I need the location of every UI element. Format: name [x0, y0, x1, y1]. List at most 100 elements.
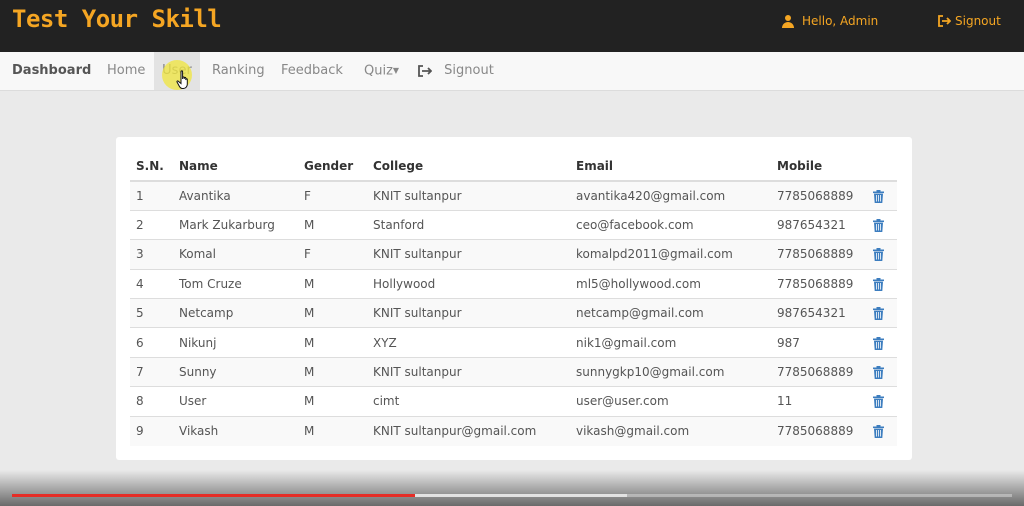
cell-gender: M [304, 394, 315, 409]
cell-college: Stanford [373, 218, 425, 233]
cell-sn: 9 [136, 424, 144, 439]
cell-sn: 7 [136, 365, 144, 380]
cell-gender: F [304, 247, 311, 262]
cell-mobile: 987654321 [777, 306, 846, 321]
cell-mobile: 987 [777, 335, 800, 350]
header-signout-link[interactable]: Signout [938, 14, 1001, 28]
cell-mobile: 7785068889 [777, 276, 854, 291]
cell-email: ceo@facebook.com [576, 218, 694, 233]
cell-sn: 2 [136, 218, 144, 233]
cell-mobile: 7785068889 [777, 424, 854, 439]
cell-action [867, 416, 897, 445]
cell-mobile: 7785068889 [777, 247, 854, 262]
table-row: 9 Vikash M KNIT sultanpur@gmail.com vikash@g… [130, 416, 897, 446]
cell-action [867, 240, 897, 269]
users-panel: S.N. Name Gender College Email Mobile 1 A… [116, 137, 912, 460]
trash-icon[interactable] [873, 336, 884, 350]
app-title: Test Your Skill [12, 5, 222, 33]
nav-quiz-label: Quiz [364, 63, 393, 79]
trash-icon[interactable] [873, 366, 884, 380]
table-row: 8 User Mcimt user@user.com 11 [130, 386, 897, 416]
table-row: 5 Netcamp M KNIT sultanpur netcamp@gmail.com… [130, 298, 897, 328]
users-table: S.N. Name Gender College Email Mobile 1 A… [130, 151, 897, 446]
cell-college: KNIT sultanpur [373, 188, 462, 203]
table-row: 3 Komal F KNIT sultanpur komalpd2011@gmail.c… [130, 239, 897, 270]
main-nav: Dashboard Home User Ranking Feedback Qui… [0, 52, 1024, 91]
signout-icon [938, 15, 951, 27]
cell-college: KNIT sultanpur [373, 247, 462, 262]
table-row: 6 Nikunj M XYZ nik1@gmail.com 987 [130, 327, 897, 357]
cell-name: Nikunj [179, 335, 217, 350]
trash-icon[interactable] [873, 425, 884, 439]
cell-gender: M [304, 306, 315, 321]
header-signout-label: Signout [955, 14, 1001, 28]
cell-sn: 1 [136, 188, 144, 203]
trash-icon[interactable] [873, 395, 884, 409]
cell-sn: 8 [136, 394, 144, 409]
greeting: Hello, Admin [782, 14, 878, 28]
cell-college: KNIT sultanpur [373, 365, 462, 380]
cell-gender: F [304, 188, 311, 203]
cell-email: komalpd2011@gmail.com [576, 247, 733, 262]
cell-name: Netcamp [179, 306, 234, 321]
caret-down-icon: ▼ [392, 66, 400, 75]
cell-email: nik1@gmail.com [576, 335, 677, 350]
cell-name: Sunny [179, 365, 217, 380]
cell-gender: M [304, 365, 315, 380]
nav-brand-dashboard[interactable]: Dashboard [12, 52, 91, 90]
cell-action [867, 299, 897, 328]
nav-item-feedback[interactable]: Feedback [281, 52, 343, 90]
cell-sn: 6 [136, 335, 144, 350]
trash-icon[interactable] [873, 277, 884, 291]
video-progress-bar[interactable] [12, 494, 1012, 497]
signout-icon [418, 64, 432, 77]
cell-name: Mark Zukarburg [179, 218, 275, 233]
cell-action [867, 387, 897, 416]
cell-action [867, 210, 897, 239]
table-row: 2 Mark Zukarburg M Stanford ceo@facebook.com… [130, 210, 897, 239]
table-row: 4 Tom Cruze M Hollywood ml5@hollywood.com 778… [130, 269, 897, 298]
cell-email: vikash@gmail.com [576, 424, 690, 439]
video-controls [0, 470, 1024, 506]
hand-cursor-icon [176, 70, 188, 89]
video-played [12, 494, 415, 497]
cell-name: Avantika [179, 188, 231, 203]
nav-item-quiz-dropdown[interactable]: Quiz▼ [364, 52, 399, 90]
nav-item-home[interactable]: Home [107, 52, 145, 90]
cell-gender: M [304, 335, 315, 350]
cell-email: avantika420@gmail.com [576, 188, 726, 203]
cell-action [867, 269, 897, 298]
trash-icon[interactable] [873, 219, 884, 233]
cell-email: sunnygkp10@gmail.com [576, 365, 725, 380]
cell-action [867, 181, 897, 210]
cell-gender: M [304, 218, 315, 233]
cell-email: netcamp@gmail.com [576, 306, 704, 321]
nav-item-ranking[interactable]: Ranking [212, 52, 265, 90]
top-header: Test Your Skill Hello, Admin Signout [0, 0, 1024, 52]
col-header-name: Name [173, 151, 298, 182]
nav-item-signout[interactable]: Signout [418, 52, 494, 90]
cell-sn: 4 [136, 276, 144, 291]
table-row: 7 Sunny M KNIT sultanpur sunnygkp10@gmail.co… [130, 357, 897, 387]
nav-signout-label: Signout [444, 63, 494, 78]
cell-action [867, 357, 897, 386]
col-header-email: Email [570, 151, 771, 182]
cell-college: KNIT sultanpur [373, 306, 462, 321]
cell-email: user@user.com [576, 394, 669, 409]
cell-email: ml5@hollywood.com [576, 276, 701, 291]
col-header-sn: S.N. [130, 151, 173, 182]
cell-college: KNIT sultanpur@gmail.com [373, 424, 537, 439]
col-header-action [867, 151, 897, 182]
trash-icon[interactable] [873, 248, 884, 262]
cell-mobile: 987654321 [777, 218, 846, 233]
cell-gender: M [304, 424, 315, 439]
cell-name: Tom Cruze [179, 276, 242, 291]
trash-icon[interactable] [873, 189, 884, 203]
greeting-text: Hello, Admin [802, 14, 879, 28]
cell-name: Vikash [179, 424, 219, 439]
table-header-row: S.N. Name Gender College Email Mobile [130, 151, 897, 182]
cell-gender: M [304, 276, 315, 291]
trash-icon[interactable] [873, 307, 884, 321]
col-header-gender: Gender [298, 151, 367, 182]
cell-mobile: 7785068889 [777, 188, 854, 203]
